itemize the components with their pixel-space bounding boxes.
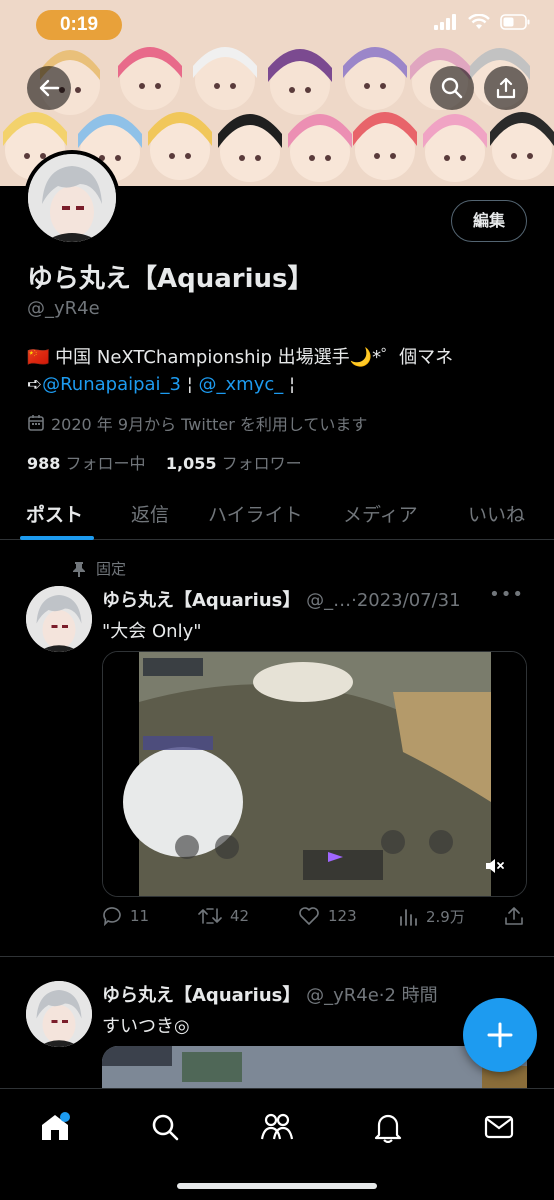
nav-messages[interactable] (479, 1107, 519, 1147)
nav-search[interactable] (145, 1107, 185, 1147)
nav-home[interactable] (35, 1107, 75, 1147)
bio-arrow: ➪ (27, 374, 43, 395)
retweet-icon (198, 908, 222, 924)
tweet-actions: 11 42 123 2.9万 (102, 906, 527, 936)
mute-button[interactable] (483, 855, 505, 881)
wifi-icon (468, 14, 490, 29)
pin-icon (73, 561, 85, 577)
tab-likes[interactable]: いいね (468, 500, 525, 527)
tab-highlights[interactable]: ハイライト (208, 500, 303, 527)
share-icon (496, 77, 516, 99)
share-button[interactable] (484, 66, 528, 110)
reply-icon (103, 907, 121, 926)
views-button[interactable]: 2.9万 (398, 906, 465, 927)
status-icons (434, 14, 530, 30)
avatar-image (26, 586, 92, 652)
plus-icon (487, 1022, 513, 1048)
following-link[interactable]: 988 フォロー中 (27, 454, 146, 473)
tweet-divider (0, 956, 554, 957)
joined-date: 2020 年 9月から Twitter を利用しています (27, 411, 367, 435)
followers-label: フォロワー (221, 454, 302, 473)
tweet-text: すいつき◎ (102, 1016, 190, 1037)
nav-notifications[interactable] (368, 1107, 408, 1147)
tab-replies[interactable]: 返信 (131, 500, 169, 527)
profile-bio-line2: ➪@Runapaipai_3 ¦ @_xmyc_ ¦ (27, 374, 295, 395)
messages-icon (484, 1115, 514, 1139)
tweet-more-button[interactable]: ••• (489, 584, 524, 605)
like-button[interactable]: 123 (298, 906, 357, 926)
pinned-indicator: 固定 (72, 558, 126, 579)
follow-stats: 988 フォロー中 1,055 フォロワー (27, 450, 302, 474)
tweet-author-name[interactable]: ゆら丸え【Aquarius】 (102, 985, 300, 1006)
reply-button[interactable]: 11 (102, 906, 149, 926)
tweet-text: "大会 Only" (102, 621, 202, 642)
retweet-button[interactable]: 42 (198, 906, 249, 926)
calendar-icon (28, 415, 44, 431)
tab-posts[interactable]: ポスト (26, 500, 83, 527)
joined-text: 2020 年 9月から Twitter を利用しています (51, 415, 368, 434)
arrow-left-icon (39, 79, 60, 97)
home-indicator (177, 1183, 377, 1189)
active-tab-indicator (20, 536, 94, 540)
tweet-author-name[interactable]: ゆら丸え【Aquarius】 (102, 590, 300, 611)
communities-icon (260, 1113, 294, 1140)
search-icon (152, 1114, 179, 1141)
followers-count: 1,055 (165, 454, 217, 473)
video-thumbnail (103, 652, 526, 896)
back-button[interactable] (27, 66, 71, 110)
bio-separator: ¦ (181, 374, 199, 395)
profile-bio-line1: 🇨🇳 中国 NeXTChampionship 出場選手🌙*゜個マネ (27, 347, 454, 368)
status-time: 0:19 (36, 10, 122, 40)
bio-link-runapaipai[interactable]: @Runapaipai_3 (42, 374, 181, 395)
share-icon (505, 907, 523, 925)
tweet-date: ·2 時間 (378, 985, 438, 1006)
battery-icon (500, 14, 530, 30)
pinned-label: 固定 (96, 560, 127, 578)
more-icon: ••• (489, 584, 524, 605)
edit-profile-button[interactable]: 編集 (451, 200, 527, 242)
status-bar: 0:19 (0, 0, 554, 56)
followers-link[interactable]: 1,055 フォロワー (166, 454, 302, 473)
profile-tabs: ポスト 返信 ハイライト メディア いいね (0, 490, 554, 540)
heart-icon (299, 907, 319, 925)
tweet-header: ゆら丸え【Aquarius】 @_…·2023/07/31 (102, 586, 461, 612)
like-count: 123 (328, 907, 357, 925)
following-count: 988 (27, 454, 61, 473)
bio-separator-end: ¦ (283, 374, 296, 395)
tweet-avatar[interactable] (26, 586, 92, 652)
mute-icon (486, 859, 504, 873)
notifications-icon (374, 1114, 402, 1143)
signal-icon (434, 14, 456, 30)
nav-communities[interactable] (257, 1107, 297, 1147)
tweet-author-handle: @_… (306, 590, 352, 611)
following-label: フォロー中 (65, 454, 146, 473)
tweet-date: ·2023/07/31 (351, 590, 461, 611)
avatar-image (26, 981, 92, 1047)
profile-handle: @_yR4e (27, 298, 100, 319)
compose-button[interactable] (463, 998, 537, 1072)
home-icon (42, 1112, 70, 1140)
profile-name: ゆら丸え【Aquarius】 (27, 264, 314, 294)
retweet-count: 42 (230, 907, 250, 925)
share-tweet-button[interactable] (504, 906, 524, 926)
avatar-image (28, 154, 116, 242)
search-icon (441, 77, 463, 99)
bio-link-xmyc[interactable]: @_xmyc_ (199, 374, 284, 395)
reply-count: 11 (130, 907, 150, 925)
view-count: 2.9万 (426, 908, 465, 926)
tweet-author-handle: @_yR4e (306, 985, 379, 1006)
tweet-avatar[interactable] (26, 981, 92, 1047)
tweet-header: ゆら丸え【Aquarius】 @_yR4e·2 時間 (102, 981, 438, 1007)
views-icon (400, 908, 417, 926)
tab-media[interactable]: メディア (343, 500, 418, 527)
search-profile-button[interactable] (430, 66, 474, 110)
tweet-video[interactable] (102, 651, 527, 897)
profile-avatar[interactable] (24, 150, 120, 246)
